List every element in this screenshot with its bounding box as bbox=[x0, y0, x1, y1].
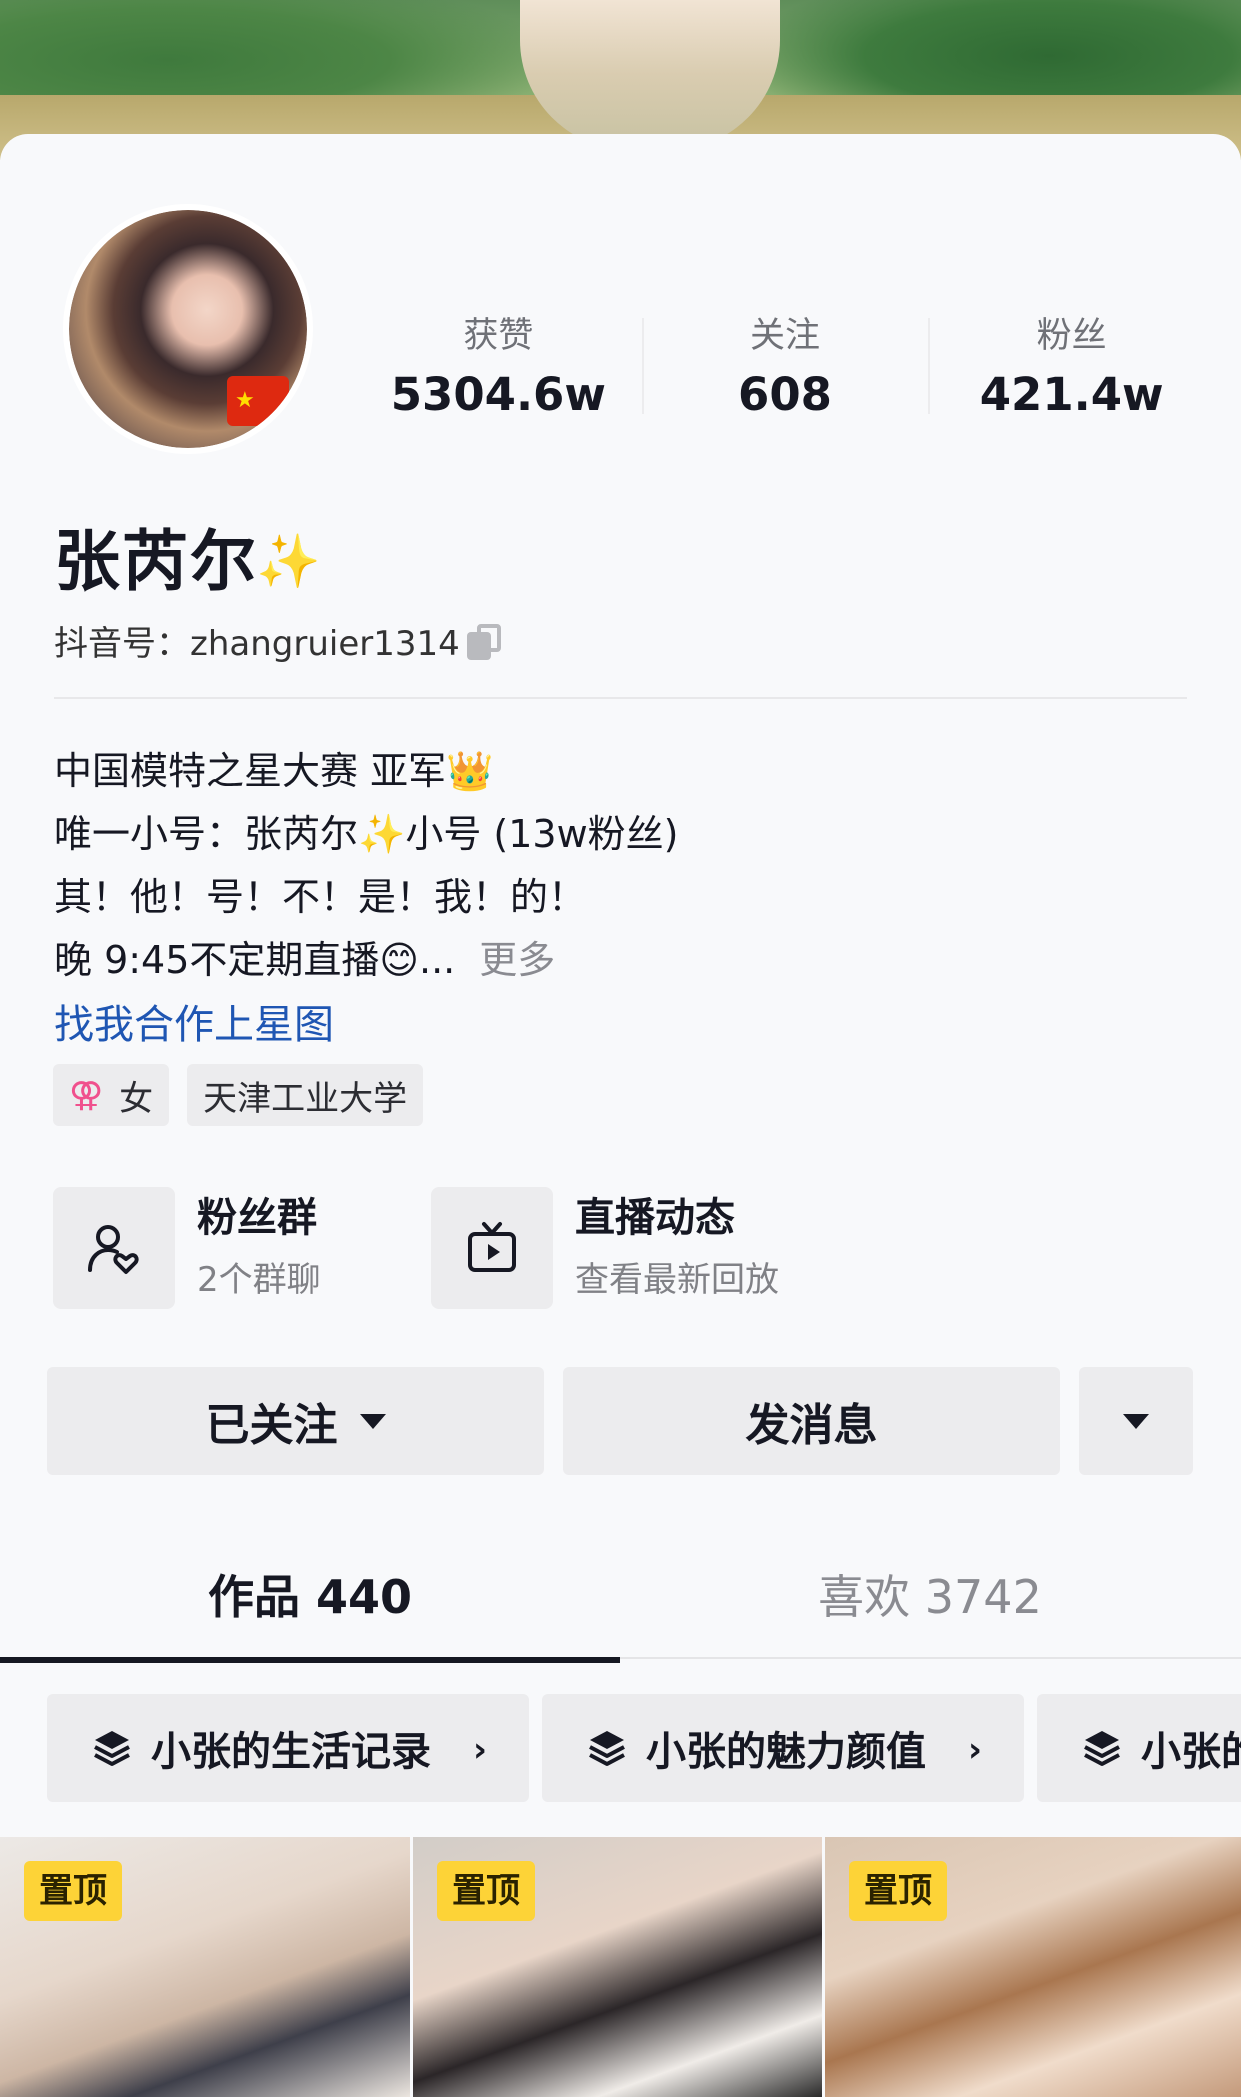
stat-following-label: 关注 bbox=[750, 316, 821, 356]
video-thumbnail[interactable]: 置顶 bbox=[413, 1837, 822, 2097]
stat-likes-label: 获赞 bbox=[463, 316, 534, 356]
bio-line-4: 晚 9:45不定期直播😊... 更多 bbox=[54, 929, 1154, 992]
layers-icon bbox=[94, 1731, 130, 1766]
profile-divider bbox=[54, 697, 1187, 699]
live-updates-subtitle: 查看最新回放 bbox=[575, 1260, 779, 1300]
tab-likes[interactable]: 喜欢 3742 bbox=[620, 1557, 1240, 1657]
live-updates-title: 直播动态 bbox=[575, 1195, 735, 1241]
avatar-photo: ★ bbox=[69, 210, 307, 448]
fan-group-icon bbox=[53, 1187, 175, 1309]
layers-icon bbox=[1084, 1731, 1120, 1766]
bio-line-2: 唯一小号：张芮尔✨小号 (13w粉丝) bbox=[54, 812, 679, 856]
female-icon: ⚢ bbox=[69, 1075, 104, 1115]
profile-tags: ⚢ 女 天津工业大学 bbox=[53, 1064, 424, 1126]
layers-icon bbox=[589, 1731, 625, 1766]
stat-followers-value: 421.4w bbox=[979, 368, 1164, 421]
tag-school[interactable]: 天津工业大学 bbox=[187, 1064, 424, 1126]
video-thumbnail[interactable]: 置顶 bbox=[0, 1837, 410, 2097]
tab-works-label: 作品 440 bbox=[207, 1570, 413, 1624]
collection-label: 小张的魅力颜值 bbox=[646, 1729, 926, 1775]
content-tabs: 作品 440 喜欢 3742 bbox=[0, 1557, 1241, 1663]
followed-button-label: 已关注 bbox=[205, 1400, 338, 1451]
bio-line-1: 中国模特之星大赛 亚军👑 bbox=[54, 749, 494, 793]
copy-icon[interactable] bbox=[467, 624, 505, 662]
collection-chip[interactable]: 小张的 bbox=[1037, 1694, 1241, 1802]
star-map-link[interactable]: 找我合作上星图 bbox=[54, 997, 334, 1053]
chevron-right-icon: › bbox=[967, 1730, 982, 1770]
video-grid: 置顶 置顶 置顶 bbox=[0, 1837, 1241, 2097]
tag-gender-label: 女 bbox=[119, 1078, 154, 1119]
pinned-badge: 置顶 bbox=[849, 1861, 947, 1921]
pinned-badge: 置顶 bbox=[24, 1861, 122, 1921]
send-message-button[interactable]: 发消息 bbox=[563, 1367, 1060, 1475]
profile-card: ★ 获赞 5304.6w 关注 608 粉丝 421.4w 张芮尔 ✨ 抖音号：… bbox=[0, 134, 1241, 2097]
pinned-badge: 置顶 bbox=[437, 1861, 535, 1921]
tab-works[interactable]: 作品 440 bbox=[0, 1557, 620, 1663]
tab-active-indicator bbox=[0, 1657, 620, 1663]
bio-line-4-text: 晚 9:45不定期直播😊... bbox=[54, 938, 456, 982]
live-updates-entry[interactable]: 直播动态 查看最新回放 bbox=[431, 1187, 779, 1309]
caret-down-icon bbox=[1123, 1413, 1149, 1429]
caret-down-icon bbox=[359, 1413, 386, 1429]
bio[interactable]: 中国模特之星大赛 亚军👑 唯一小号：张芮尔✨小号 (13w粉丝) 其！他！号！不… bbox=[54, 740, 1154, 992]
bio-line-3: 其！他！号！不！是！我！的！ bbox=[54, 875, 587, 919]
stat-followers-label: 粉丝 bbox=[1036, 316, 1107, 356]
china-flag-icon: ★ bbox=[227, 376, 289, 426]
douyin-id: 抖音号：zhangruier1314 bbox=[54, 624, 460, 664]
more-options-button[interactable] bbox=[1079, 1367, 1193, 1475]
chevron-right-icon: › bbox=[472, 1730, 487, 1770]
collection-label: 小张的生活记录 bbox=[151, 1729, 431, 1775]
video-thumbnail[interactable]: 置顶 bbox=[825, 1837, 1241, 2097]
tab-likes-label: 喜欢 3742 bbox=[818, 1570, 1042, 1624]
live-tv-icon bbox=[431, 1187, 553, 1309]
fan-group-title: 粉丝群 bbox=[197, 1195, 317, 1241]
fan-group-subtitle: 2个群聊 bbox=[197, 1260, 321, 1300]
stats-bar: 获赞 5304.6w 关注 608 粉丝 421.4w bbox=[355, 314, 1215, 424]
tag-gender: ⚢ 女 bbox=[53, 1064, 170, 1126]
sparkle-icon: ✨ bbox=[256, 532, 321, 592]
collection-chip[interactable]: 小张的生活记录 › bbox=[47, 1694, 529, 1802]
profile-name: 张芮尔 bbox=[54, 523, 258, 600]
fan-group-entry[interactable]: 粉丝群 2个群聊 bbox=[53, 1187, 321, 1309]
collection-chip[interactable]: 小张的魅力颜值 › bbox=[542, 1694, 1024, 1802]
avatar[interactable]: ★ bbox=[63, 204, 313, 454]
stat-likes-value: 5304.6w bbox=[390, 368, 606, 421]
stat-following[interactable]: 关注 608 bbox=[641, 314, 929, 424]
send-message-label: 发消息 bbox=[745, 1400, 878, 1451]
collection-label: 小张的 bbox=[1141, 1729, 1241, 1775]
followed-button[interactable]: 已关注 bbox=[47, 1367, 544, 1475]
collections-row[interactable]: 小张的生活记录 › 小张的魅力颜值 › 小张的 bbox=[47, 1694, 1241, 1802]
stat-followers[interactable]: 粉丝 421.4w bbox=[928, 314, 1215, 424]
stat-likes[interactable]: 获赞 5304.6w bbox=[355, 314, 642, 424]
stat-following-value: 608 bbox=[738, 368, 832, 421]
bio-more-link[interactable]: 更多 bbox=[479, 938, 555, 982]
